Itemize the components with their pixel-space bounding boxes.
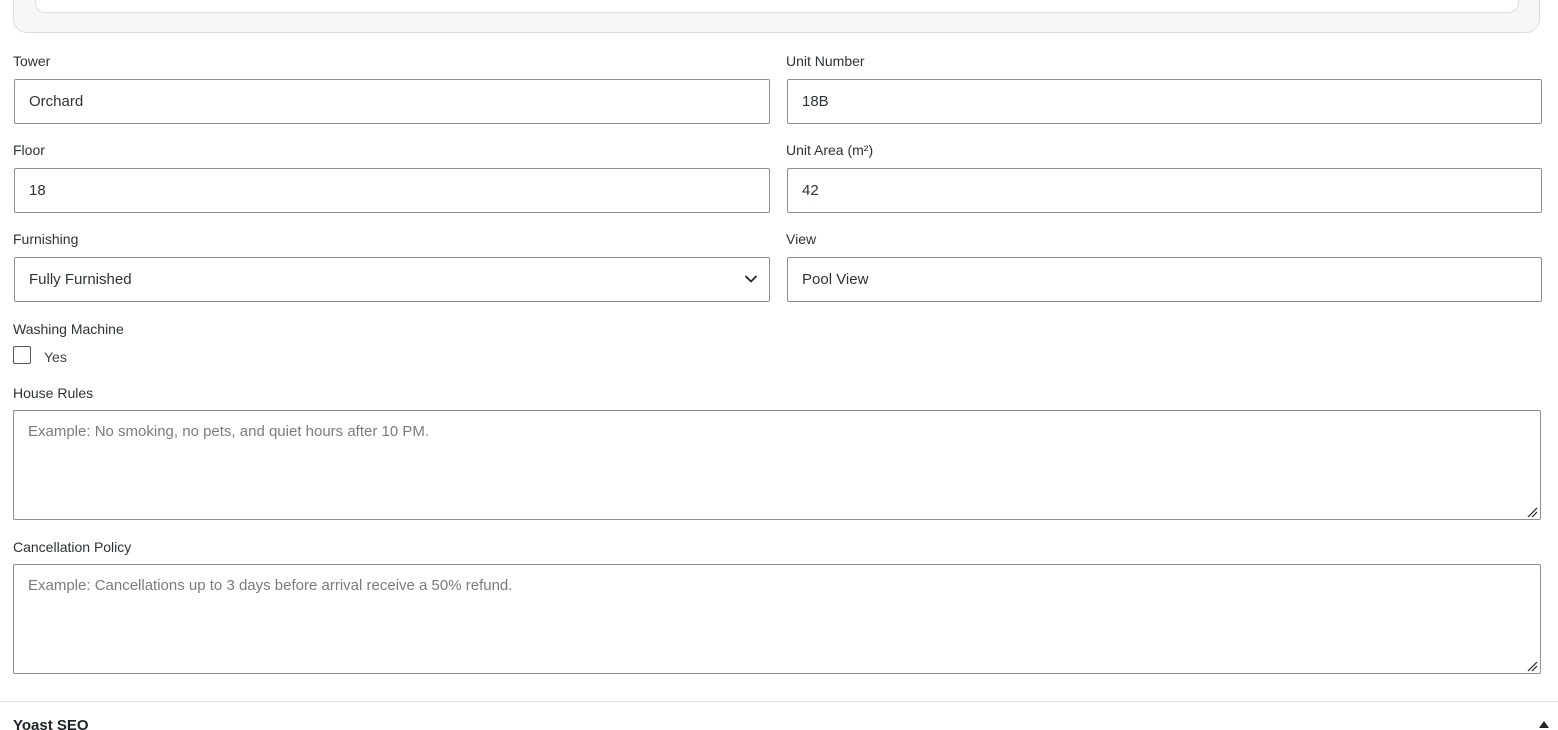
furnishing-label: Furnishing	[13, 231, 79, 247]
tower-label: Tower	[13, 53, 51, 69]
house-rules-label: House Rules	[13, 385, 94, 401]
house-rules-textarea[interactable]	[13, 410, 1541, 520]
cancellation-policy-label: Cancellation Policy	[13, 539, 132, 555]
top-panel	[13, 0, 1540, 33]
view-label: View	[786, 231, 817, 247]
washing-machine-label: Washing Machine	[13, 321, 124, 337]
floor-input[interactable]	[14, 168, 770, 213]
resize-grip-icon[interactable]	[1526, 660, 1538, 672]
unit-area-input[interactable]	[787, 168, 1542, 213]
chevron-down-icon	[745, 275, 757, 283]
washing-machine-checkbox[interactable]	[13, 346, 31, 364]
furnishing-selected-value: Fully Furnished	[14, 257, 770, 302]
resize-grip-icon[interactable]	[1526, 506, 1538, 518]
yoast-seo-panel-title[interactable]: Yoast SEO	[13, 717, 89, 730]
triangle-up-icon[interactable]	[1539, 721, 1549, 728]
unit-number-label: Unit Number	[786, 53, 865, 69]
unit-area-label: Unit Area (m²)	[786, 142, 874, 158]
page: Tower Unit Number Floor Unit Area (m²) F…	[0, 0, 1558, 730]
furnishing-select[interactable]: Fully Furnished	[14, 257, 770, 302]
top-panel-inner	[35, 0, 1519, 13]
view-input[interactable]	[787, 257, 1542, 302]
floor-label: Floor	[13, 142, 45, 158]
cancellation-policy-textarea[interactable]	[13, 564, 1541, 674]
unit-number-input[interactable]	[787, 79, 1542, 124]
tower-input[interactable]	[14, 79, 770, 124]
section-divider	[0, 701, 1558, 702]
washing-machine-yes-label[interactable]: Yes	[44, 349, 67, 365]
